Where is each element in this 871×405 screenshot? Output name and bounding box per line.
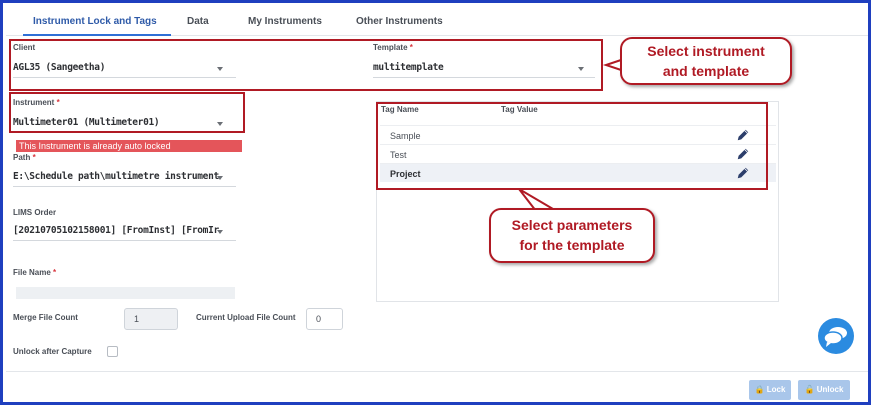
lock-button[interactable]: 🔒 Lock bbox=[749, 380, 791, 400]
callout-line: and template bbox=[662, 63, 750, 79]
app-window: Instrument Lock and Tags Data My Instrum… bbox=[0, 0, 871, 405]
unlock-label: Unlock bbox=[816, 385, 844, 394]
callout-line: Select instrument bbox=[647, 43, 765, 59]
callout-select-parameters: Select parameters for the template bbox=[489, 208, 655, 263]
footer bbox=[6, 371, 868, 405]
chat-icon[interactable] bbox=[818, 318, 854, 354]
lock-label: Lock bbox=[766, 385, 786, 394]
unlock-icon: 🔓 bbox=[804, 385, 815, 394]
callout-line: Select parameters bbox=[511, 217, 633, 233]
callout-line: for the template bbox=[519, 237, 625, 253]
unlock-button[interactable]: 🔓 Unlock bbox=[798, 380, 850, 400]
callout-select-instrument: Select instrument and template bbox=[620, 37, 792, 85]
lock-icon: 🔒 bbox=[754, 385, 765, 394]
